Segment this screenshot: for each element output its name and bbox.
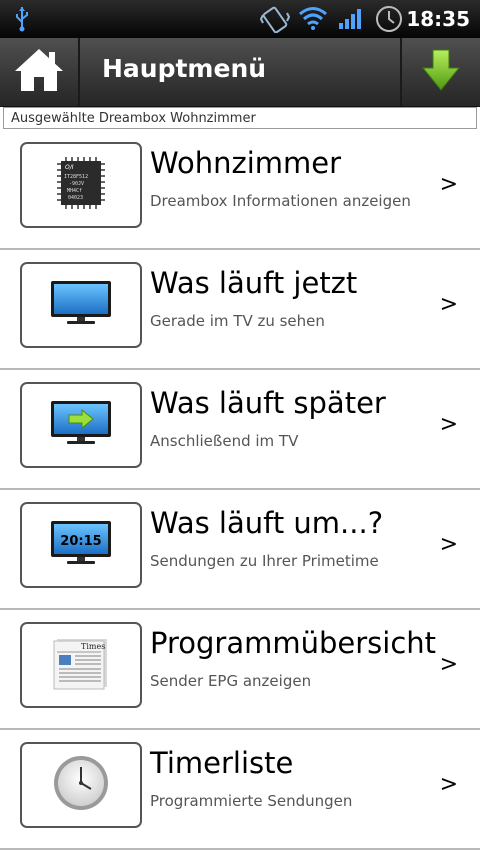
tv-clock-icon: 20:15 (49, 519, 113, 571)
clock-icon-frame (20, 742, 142, 828)
menu-item-timerliste[interactable]: Timerliste Programmierte Sendungen > (0, 730, 480, 850)
chevron-right-icon: > (439, 532, 458, 557)
chevron-right-icon: > (439, 412, 458, 437)
usb-icon (14, 6, 30, 36)
menu-item-subtitle: Sender EPG anzeigen (150, 672, 312, 690)
selected-dreambox-label: Ausgewählte Dreambox Wohnzimmer (3, 107, 477, 129)
menu-item-subtitle: Gerade im TV zu sehen (150, 312, 325, 330)
status-bar: 18:35 (0, 0, 480, 38)
chip-label-1: IT28F512 (64, 174, 88, 180)
signal-icon (338, 8, 364, 34)
home-icon (13, 47, 65, 97)
alarm-clock-icon (374, 4, 404, 38)
menu-item-was-laeuft-spaeter[interactable]: Was läuft später Anschließend im TV > (0, 370, 480, 490)
title-bar: Hauptmenü (0, 38, 480, 107)
tv-icon-frame (20, 262, 142, 348)
menu-item-wohnzimmer[interactable]: O/I IT28F512 -90JV MH4Cf 04023 Wohnzimme… (0, 130, 480, 250)
svg-text:O/I: O/I (65, 164, 74, 171)
chip-label-4: 04023 (68, 195, 83, 201)
newspaper-icon: Times (51, 635, 111, 695)
menu-item-title: Was läuft jetzt (150, 266, 358, 300)
chevron-right-icon: > (439, 292, 458, 317)
selected-dreambox-text: Ausgewählte Dreambox Wohnzimmer (11, 111, 256, 126)
menu-item-title: Timerliste (150, 746, 294, 780)
tv-arrow-icon-frame (20, 382, 142, 468)
chip-label-2: -90JV (69, 181, 84, 187)
main-menu-list: O/I IT28F512 -90JV MH4Cf 04023 Wohnzimme… (0, 130, 480, 850)
status-time: 18:35 (406, 7, 470, 31)
menu-item-title: Programmübersicht (150, 626, 437, 660)
menu-item-programmuebersicht[interactable]: Times Programmübersicht Sender EPG anzei… (0, 610, 480, 730)
download-button[interactable] (400, 38, 480, 106)
tv-icon (49, 279, 113, 331)
chip-icon: O/I IT28F512 -90JV MH4Cf 04023 (51, 153, 111, 217)
tv-clock-time: 20:15 (60, 534, 101, 549)
menu-item-subtitle: Dreambox Informationen anzeigen (150, 192, 411, 210)
menu-item-subtitle: Anschließend im TV (150, 432, 299, 450)
menu-item-subtitle: Programmierte Sendungen (150, 792, 353, 810)
menu-item-title: Wohnzimmer (150, 146, 342, 180)
menu-item-was-laeuft-um[interactable]: 20:15 Was läuft um...? Sendungen zu Ihre… (0, 490, 480, 610)
chevron-right-icon: > (439, 772, 458, 797)
menu-item-was-laeuft-jetzt[interactable]: Was läuft jetzt Gerade im TV zu sehen > (0, 250, 480, 370)
chip-label-3: MH4Cf (67, 188, 82, 194)
menu-item-title: Was läuft später (150, 386, 386, 420)
chevron-right-icon: > (439, 652, 458, 677)
chip-icon-frame: O/I IT28F512 -90JV MH4Cf 04023 (20, 142, 142, 228)
newspaper-masthead: Times (81, 642, 105, 651)
newspaper-icon-frame: Times (20, 622, 142, 708)
page-title: Hauptmenü (102, 54, 267, 83)
home-button[interactable] (0, 38, 80, 106)
chevron-right-icon: > (439, 172, 458, 197)
arrow-down-icon (421, 48, 461, 96)
clock-icon (51, 753, 111, 817)
vibrate-icon (259, 5, 291, 37)
tv-arrow-icon (49, 399, 113, 451)
tv-clock-icon-frame: 20:15 (20, 502, 142, 588)
menu-item-title: Was läuft um...? (150, 506, 384, 540)
wifi-icon (298, 6, 328, 34)
menu-item-subtitle: Sendungen zu Ihrer Primetime (150, 552, 379, 570)
